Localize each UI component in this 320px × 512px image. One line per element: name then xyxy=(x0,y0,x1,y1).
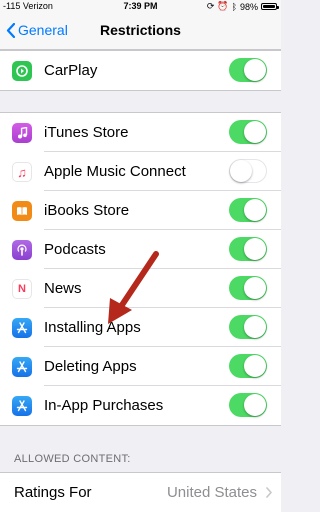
deleting-apps-toggle[interactable] xyxy=(229,354,267,378)
chevron-right-icon xyxy=(266,487,272,498)
row-deleting-apps: Deleting Apps xyxy=(0,347,281,386)
row-itunes-store: iTunes Store xyxy=(0,113,281,152)
page-title: Restrictions xyxy=(100,22,181,38)
lock-rotation-icon: ⟳ xyxy=(206,1,215,11)
row-label: News xyxy=(44,280,82,297)
allowed-content-group: Ratings For United States xyxy=(0,472,281,512)
apple-music-connect-toggle[interactable] xyxy=(229,159,267,183)
row-label: iTunes Store xyxy=(44,124,129,141)
carplay-icon xyxy=(12,61,32,81)
row-apple-music-connect: ♫ Apple Music Connect xyxy=(0,152,281,191)
itunes-store-toggle[interactable] xyxy=(229,120,267,144)
status-right: ⟳ ⏰ ᛒ 98% xyxy=(206,1,279,12)
row-ibooks-store: iBooks Store xyxy=(0,191,281,230)
podcasts-icon xyxy=(12,240,32,260)
battery-icon xyxy=(261,3,279,10)
news-toggle[interactable] xyxy=(229,276,267,300)
row-label: CarPlay xyxy=(44,62,98,79)
ratings-value: United States xyxy=(166,484,257,501)
status-bar: -115 Verizon 7:39 PM ⟳ ⏰ ᛒ 98% xyxy=(0,0,281,13)
ibooks-icon xyxy=(12,201,32,221)
in-app-purchases-toggle[interactable] xyxy=(229,393,267,417)
itunes-store-icon xyxy=(12,123,32,143)
ibooks-store-toggle[interactable] xyxy=(229,198,267,222)
toggle-knob xyxy=(244,355,266,377)
toggle-knob xyxy=(244,121,266,143)
toggle-knob xyxy=(244,394,266,416)
row-carplay: CarPlay xyxy=(0,51,281,90)
row-label: Podcasts xyxy=(44,241,106,258)
carplay-toggle[interactable] xyxy=(229,58,267,82)
row-label: Deleting Apps xyxy=(44,358,137,375)
section-header-allowed-content: ALLOWED CONTENT: xyxy=(14,453,131,465)
installing-apps-toggle[interactable] xyxy=(229,315,267,339)
row-ratings-for[interactable]: Ratings For United States xyxy=(0,473,281,512)
app-store-icon xyxy=(12,357,32,377)
navigation-bar: General Restrictions xyxy=(0,13,281,50)
battery-percent: 98% xyxy=(239,1,258,12)
toggle-knob xyxy=(244,238,266,260)
row-label: iBooks Store xyxy=(44,202,130,219)
row-label: In-App Purchases xyxy=(44,397,164,414)
row-label: Ratings For xyxy=(14,484,92,501)
toggle-knob xyxy=(244,316,266,338)
toggle-knob xyxy=(244,277,266,299)
podcasts-toggle[interactable] xyxy=(229,237,267,261)
app-store-icon xyxy=(12,396,32,416)
carplay-group: CarPlay xyxy=(0,50,281,91)
toggle-knob xyxy=(230,160,252,182)
annotation-arrow-icon xyxy=(108,251,159,324)
bluetooth-icon: ᛒ xyxy=(231,1,237,12)
row-label: Apple Music Connect xyxy=(44,163,186,180)
row-in-app-purchases: In-App Purchases xyxy=(0,386,281,425)
news-icon: N xyxy=(12,279,32,299)
toggle-knob xyxy=(244,199,266,221)
alarm-icon: ⏰ xyxy=(217,1,229,11)
apple-music-icon: ♫ xyxy=(12,162,32,182)
toggle-knob xyxy=(244,59,266,81)
app-store-icon xyxy=(12,318,32,338)
